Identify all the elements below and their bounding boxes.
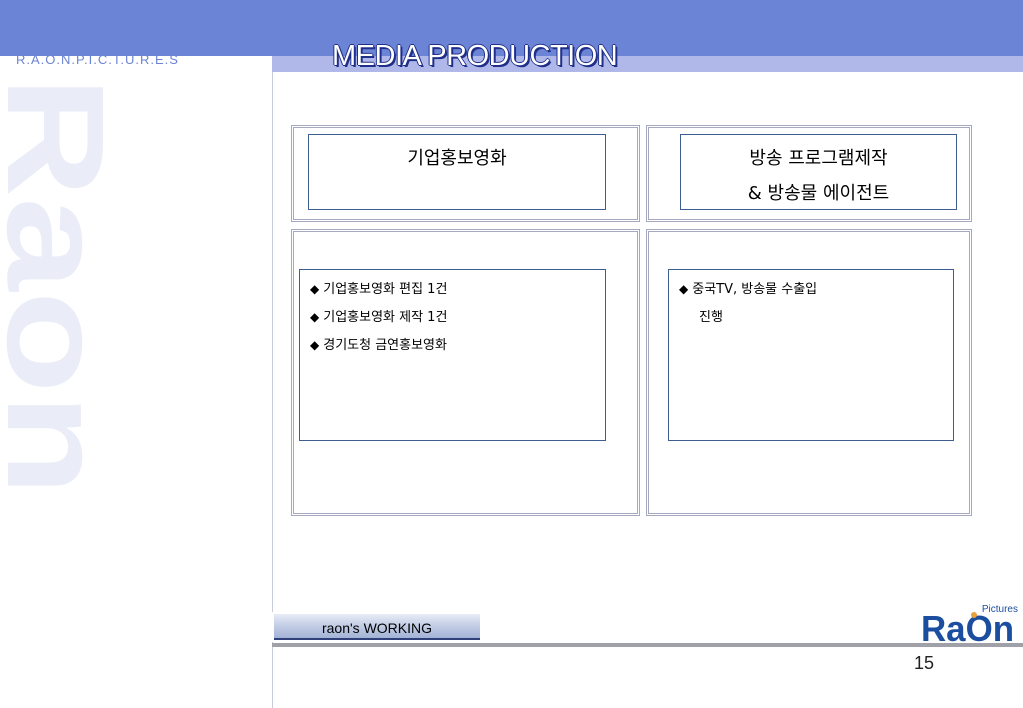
bullet-diamond-icon: ◆ xyxy=(310,282,320,296)
page-title: MEDIA PRODUCTION xyxy=(332,40,618,72)
raon-watermark-text: Raon xyxy=(0,76,130,496)
left-card-title: 기업홍보영화 xyxy=(407,148,507,169)
page-number: 15 xyxy=(914,653,935,673)
left-content-box: ◆ 기업홍보영화 편집 1건 ◆ 기업홍보영화 제작 1건 ◆ 경기도청 금연홍보영화 xyxy=(299,269,606,441)
right-card-title-line2: & 방송물 에이전트 xyxy=(747,183,890,204)
left-content-frame: ◆ 기업홍보영화 편집 1건 ◆ 기업홍보영화 제작 1건 ◆ 경기도청 금연홍보영화 xyxy=(291,229,640,516)
left-list-item-1: ◆ 기업홍보영화 편집 1건 xyxy=(310,282,448,297)
raon-watermark: Raon xyxy=(0,76,130,496)
right-card-title-line1: 방송 프로그램제작 xyxy=(749,148,888,169)
left-list-item-3: ◆ 경기도청 금연홍보영화 xyxy=(310,338,447,353)
right-header-frame: 방송 프로그램제작 & 방송물 에이전트 xyxy=(646,125,972,222)
right-content-box: ◆ 중국TV, 방송물 수출입 진행 xyxy=(668,269,954,441)
logo-orange-accent-icon xyxy=(971,612,977,618)
raons-working-tab-fill: raon's WORKING xyxy=(274,614,480,640)
bottom-rule xyxy=(272,643,1023,647)
right-list-item-continuation: 진행 xyxy=(699,310,723,325)
bullet-diamond-icon: ◆ xyxy=(679,282,689,296)
right-header-box: 방송 프로그램제작 & 방송물 에이전트 xyxy=(680,134,957,210)
right-list-item-1: ◆ 중국TV, 방송물 수출입 xyxy=(679,282,818,297)
brand-spaced-name: R.A.O.N.P.I.C.T.U.R.E.S xyxy=(16,52,179,67)
raon-pictures-logo: Pictures RaOn xyxy=(921,604,1018,644)
logo-main-text: RaOn xyxy=(921,608,1014,644)
bullet-diamond-icon: ◆ xyxy=(310,310,320,324)
bullet-diamond-icon: ◆ xyxy=(310,338,320,352)
left-list-item-2: ◆ 기업홍보영화 제작 1건 xyxy=(310,310,448,325)
left-header-box: 기업홍보영화 xyxy=(308,134,606,210)
right-content-frame: ◆ 중국TV, 방송물 수출입 진행 xyxy=(646,229,972,516)
left-header-frame: 기업홍보영화 xyxy=(291,125,640,222)
raons-working-label: raon's WORKING xyxy=(321,620,433,636)
raons-working-tab: raon's WORKING xyxy=(272,612,480,642)
